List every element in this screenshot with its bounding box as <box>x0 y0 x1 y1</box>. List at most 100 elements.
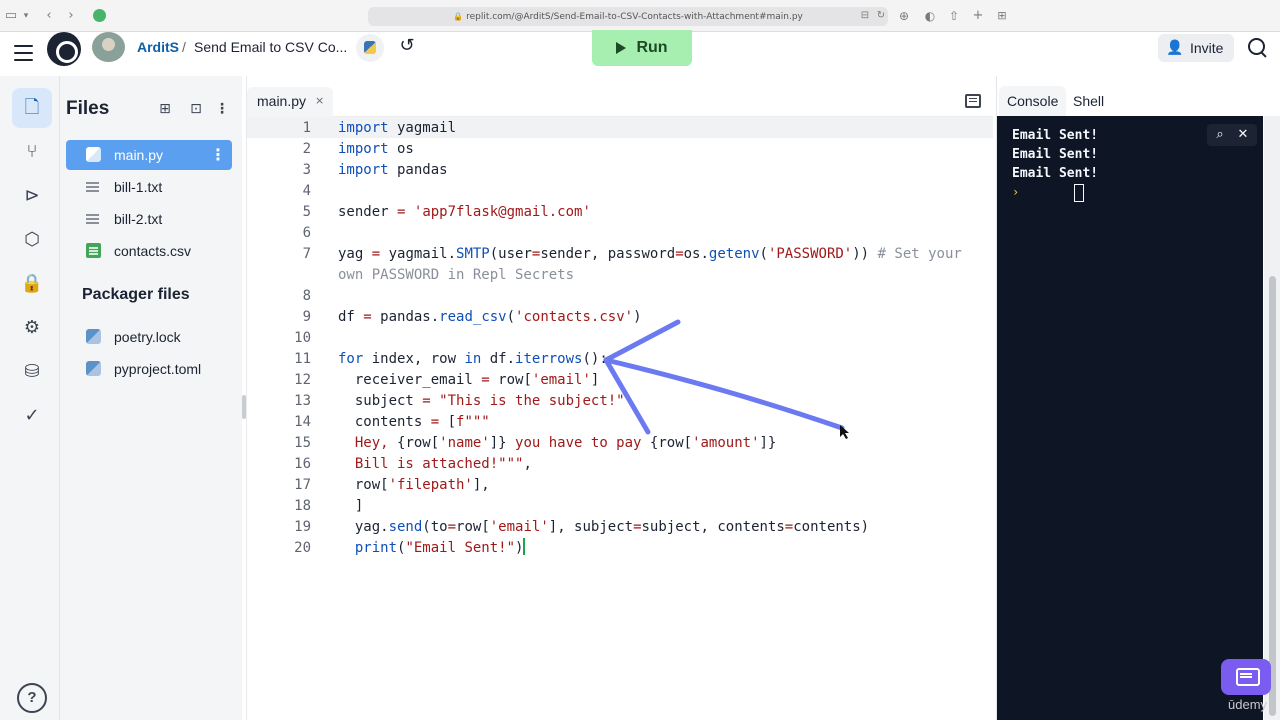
forward-icon[interactable]: › <box>64 8 78 24</box>
file-label: pyproject.toml <box>114 361 202 377</box>
back-icon[interactable]: ‹ <box>42 8 56 24</box>
settings-icon[interactable]: ⚙ <box>12 308 52 348</box>
line-number: 7 <box>302 246 311 262</box>
text-cursor <box>523 538 526 555</box>
editor-layout-icon[interactable] <box>965 94 981 108</box>
code-text: contents = [f""" <box>338 414 490 430</box>
python-language-icon[interactable] <box>356 34 384 62</box>
files-title: Files <box>66 98 110 119</box>
new-file-icon[interactable]: ⊞ <box>156 100 174 118</box>
code-line: 17 row['filepath'], <box>247 475 993 496</box>
code-line: 10 <box>247 328 993 349</box>
close-icon[interactable]: ✕ <box>1234 126 1252 144</box>
tabs-grid-icon[interactable]: ⊞ <box>995 8 1009 24</box>
packager-files-title: Packager files <box>82 286 190 303</box>
line-number: 16 <box>294 456 311 472</box>
file-item-bill-1[interactable]: bill-1.txt <box>66 172 232 202</box>
file-item-main-py[interactable]: main.py ⋮ <box>66 140 232 170</box>
file-label: main.py <box>114 147 164 163</box>
repl-name[interactable]: Send Email to CSV Co... <box>194 39 347 55</box>
code-line: 11 for index, row in df.iterrows(): <box>247 349 993 370</box>
file-label: contacts.csv <box>114 243 192 259</box>
search-icon[interactable]: ⌕ <box>1211 126 1229 144</box>
file-more-icon[interactable]: ⋮ <box>210 145 226 164</box>
code-text: yag.send(to=row['email'], subject=subjec… <box>338 519 870 535</box>
line-number: 18 <box>294 498 311 514</box>
play-icon <box>616 41 627 54</box>
line-number: 12 <box>294 372 311 388</box>
console-scrollbar[interactable] <box>1264 116 1280 720</box>
plus-icon[interactable]: + <box>971 8 985 24</box>
line-number: 17 <box>294 477 311 493</box>
menu-icon[interactable] <box>14 45 34 61</box>
tab-shell[interactable]: Shell <box>1065 86 1112 116</box>
breadcrumb-separator: / <box>182 39 186 55</box>
file-item-poetry-lock[interactable]: poetry.lock <box>66 322 232 352</box>
run-button[interactable]: Run <box>592 30 692 66</box>
check-icon[interactable]: ✓ <box>12 396 52 436</box>
console-cursor <box>1074 184 1084 202</box>
close-icon[interactable]: × <box>315 94 324 107</box>
line-number: 11 <box>294 351 311 367</box>
line-number: 5 <box>302 204 311 220</box>
file-label: poetry.lock <box>114 329 181 345</box>
address-bar[interactable]: 🔒 replit.com/@ArditS/Send-Email-to-CSV-Co… <box>368 7 888 26</box>
code-editor[interactable]: main.py × 1 import yagmail 2 import os 3 im… <box>246 76 993 720</box>
python-icon <box>86 329 101 344</box>
reload-icon[interactable]: ↻ <box>874 8 888 24</box>
history-icon[interactable]: ↺ <box>396 35 418 57</box>
tab-main-py[interactable]: main.py × <box>247 87 333 117</box>
line-number: 13 <box>294 393 311 409</box>
file-label: bill-2.txt <box>114 211 163 227</box>
file-item-contacts-csv[interactable]: contacts.csv <box>66 236 232 266</box>
editor-tabs: main.py × <box>247 87 993 117</box>
sidebar-icon[interactable]: ▭ <box>4 8 18 24</box>
share-icon[interactable]: ⇧ <box>947 8 961 24</box>
python-icon <box>86 147 101 162</box>
code-text: Hey, {row['name']} you have to pay {row[… <box>354 435 777 451</box>
tab-console[interactable]: Console <box>999 86 1067 116</box>
code-text: ] <box>338 498 364 514</box>
file-item-bill-2[interactable]: bill-2.txt <box>66 204 232 234</box>
search-icon[interactable] <box>1246 36 1268 58</box>
debugger-icon[interactable]: ⊳ <box>12 176 52 216</box>
download-icon[interactable]: ⊕ <box>897 8 911 24</box>
files-icon[interactable]: 🗋 <box>12 88 52 128</box>
shield-icon[interactable]: ◐ <box>923 8 937 24</box>
console-line: Email Sent! <box>1012 147 1099 162</box>
browser-toolbar: ▭ ▾ ‹ › 🔒 replit.com/@ArditS/Send-Email-t… <box>0 0 1280 32</box>
chat-button[interactable] <box>1221 659 1271 695</box>
file-item-pyproject-toml[interactable]: pyproject.toml <box>66 354 232 384</box>
git-icon[interactable]: ⑂ <box>12 132 52 172</box>
console-line: Email Sent! <box>1012 128 1099 143</box>
code-text: import pandas <box>338 162 448 178</box>
code-line: 20 print("Email Sent!") <box>247 538 993 559</box>
new-folder-icon[interactable]: ⊡ <box>187 100 205 118</box>
code-line: 15 Hey, {row['name']} you have to pay {r… <box>247 433 993 454</box>
url-text: replit.com/@ArditS/Send-Email-to-CSV-Con… <box>466 12 803 22</box>
chevron-down-icon[interactable]: ▾ <box>20 8 32 24</box>
code-line: 9 df = pandas.read_csv('contacts.csv') <box>247 307 993 328</box>
udemy-watermark: ūdemy <box>1228 697 1268 712</box>
code-line: 6 <box>247 223 993 244</box>
line-number: 15 <box>294 435 311 451</box>
code-line: own PASSWORD in Repl Secrets <box>247 265 993 286</box>
csv-icon <box>86 243 101 258</box>
database-icon[interactable]: ⛁ <box>12 352 52 392</box>
translate-icon[interactable]: ⊟ <box>858 8 872 24</box>
secrets-icon[interactable]: 🔒 <box>12 264 52 304</box>
add-person-icon: 👤 <box>1166 40 1184 56</box>
more-options-icon[interactable]: ⋮ <box>213 100 231 118</box>
code-line: 7 yag = yagmail.SMTP(user=sender, passwor… <box>247 244 993 265</box>
username-link[interactable]: ArditS <box>137 39 179 55</box>
packages-icon[interactable]: ⬡ <box>12 220 52 260</box>
replit-logo[interactable] <box>47 32 81 66</box>
help-button[interactable]: ? <box>17 683 47 713</box>
invite-button[interactable]: 👤 Invite <box>1158 34 1234 62</box>
code-text: import yagmail <box>338 120 457 136</box>
prompt-icon: › <box>1012 185 1020 199</box>
line-number: 2 <box>302 141 311 157</box>
avatar[interactable] <box>92 32 125 62</box>
code-line: 1 import yagmail <box>247 118 993 139</box>
console-output[interactable]: Email Sent! Email Sent! Email Sent! › ⌕ … <box>997 116 1263 720</box>
